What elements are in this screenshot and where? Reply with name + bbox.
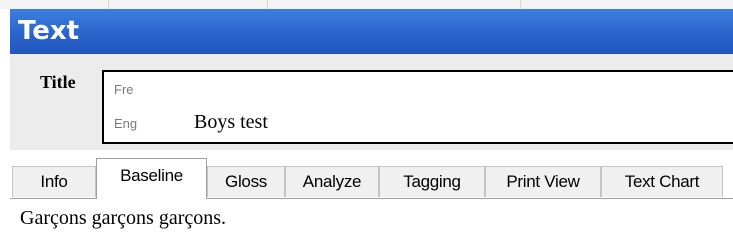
divider <box>267 0 268 9</box>
header-bar: Text <box>10 9 733 54</box>
title-value-eng[interactable]: Boys test <box>194 111 268 134</box>
title-label: Title <box>40 72 76 92</box>
tab-gloss[interactable]: Gloss <box>207 166 285 197</box>
divider <box>520 0 521 9</box>
page-title: Text <box>18 16 80 46</box>
tab-analyze[interactable]: Analyze <box>285 166 379 197</box>
lang-code-fre: Fre <box>114 82 134 97</box>
title-row-fre[interactable]: Fre <box>104 74 733 104</box>
top-strip <box>0 0 733 9</box>
tab-text-chart[interactable]: Text Chart <box>601 166 723 197</box>
tab-info[interactable]: Info <box>12 166 96 197</box>
tab-tagging[interactable]: Tagging <box>379 166 485 197</box>
title-field[interactable]: Fre Eng Boys test <box>102 70 733 144</box>
divider <box>108 0 109 9</box>
tab-bar: Info Baseline Gloss Analyze Tagging Prin… <box>10 158 733 199</box>
title-section: Title Fre Eng Boys test <box>10 54 733 150</box>
title-row-eng[interactable]: Eng Boys test <box>104 108 733 138</box>
content-area[interactable]: Garçons garçons garçons. <box>10 199 733 248</box>
baseline-text[interactable]: Garçons garçons garçons. <box>20 207 226 230</box>
tab-print-view[interactable]: Print View <box>485 166 601 197</box>
lang-code-eng: Eng <box>114 116 138 131</box>
tab-baseline[interactable]: Baseline <box>96 158 207 199</box>
